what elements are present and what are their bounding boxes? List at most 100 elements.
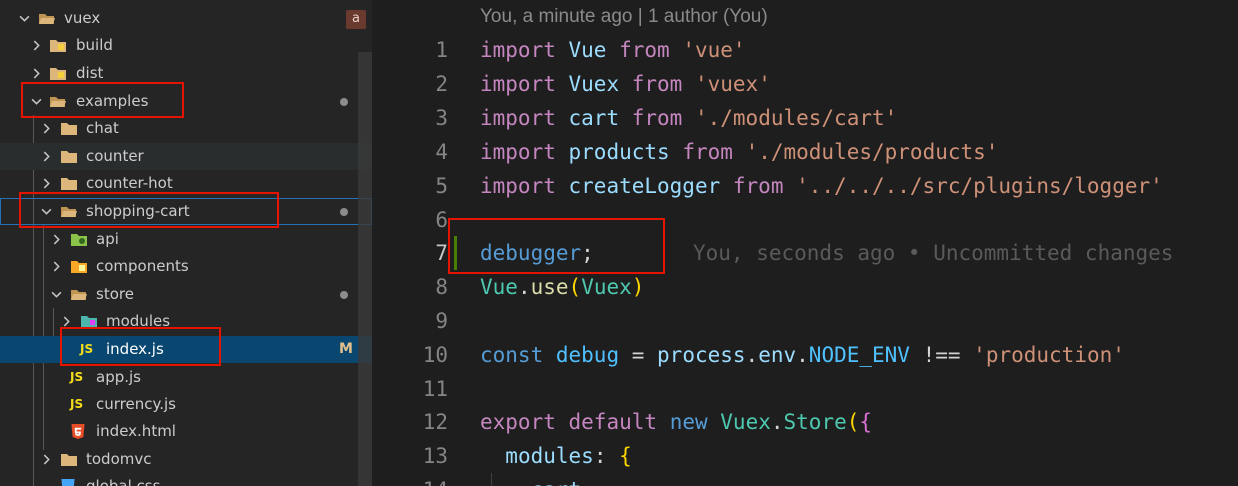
tree-item-label: api bbox=[96, 230, 119, 248]
explorer-scrollbar[interactable] bbox=[358, 52, 372, 486]
folder-open-icon bbox=[61, 207, 77, 217]
tree-item-label: examples bbox=[76, 92, 149, 110]
code-line-12[interactable]: 12 export default new Vuex.Store({ bbox=[372, 405, 1238, 439]
code-line-11[interactable]: 11 bbox=[372, 372, 1238, 406]
tree-item-label: app.js bbox=[96, 368, 141, 386]
tree-item-label: todomvc bbox=[86, 450, 152, 468]
added-line-gutter-marker bbox=[454, 236, 457, 270]
line-number: 14 bbox=[372, 473, 448, 486]
code-line-5[interactable]: 5 import createLogger from '../../../src… bbox=[372, 169, 1238, 203]
code-text: import Vuex from 'vuex' bbox=[480, 72, 771, 96]
tree-item-chat[interactable]: chat bbox=[0, 115, 372, 142]
modified-dot bbox=[340, 98, 348, 106]
tree-item-label: components bbox=[96, 257, 189, 275]
tree-item-counter-hot[interactable]: counter-hot bbox=[0, 170, 372, 197]
chevron-right-icon bbox=[48, 253, 64, 280]
chevron-right-icon bbox=[28, 60, 44, 87]
code-text: export default new Vuex.Store({ bbox=[480, 410, 873, 434]
line-number: 10 bbox=[422, 343, 448, 367]
folder-modules-icon bbox=[81, 316, 97, 328]
folder-icon bbox=[61, 178, 77, 190]
folder-open-icon bbox=[71, 290, 87, 300]
code-line-3[interactable]: 3 import cart from './modules/cart' bbox=[372, 101, 1238, 135]
folder-components-icon bbox=[71, 261, 87, 273]
tree-item-label: dist bbox=[76, 64, 104, 82]
code-line-10[interactable]: 10 const debug = process.env.NODE_ENV !=… bbox=[372, 338, 1238, 372]
tree-item-dist[interactable]: dist bbox=[0, 60, 372, 87]
line-number: 4 bbox=[435, 140, 448, 164]
inline-blame: You, seconds ago • Uncommitted changes bbox=[693, 241, 1174, 265]
tree-item-label: currency.js bbox=[96, 395, 176, 413]
chevron-right-icon bbox=[38, 115, 54, 142]
html5-file-icon bbox=[71, 424, 85, 439]
folder-open-icon bbox=[39, 14, 55, 24]
tree-item-label: chat bbox=[86, 119, 119, 137]
code-text: cart, bbox=[480, 473, 594, 486]
tree-item-label: store bbox=[96, 285, 134, 303]
chevron-right-icon bbox=[58, 308, 74, 335]
tree-item-index-js[interactable]: JS index.js M bbox=[0, 336, 372, 363]
code-text: import createLogger from '../../../src/p… bbox=[480, 174, 1163, 198]
line-number: 8 bbox=[435, 275, 448, 299]
line-number: 6 bbox=[435, 208, 448, 232]
tree-item-todomvc[interactable]: todomvc bbox=[0, 446, 372, 473]
js-file-icon: JS bbox=[70, 370, 84, 384]
tree-item-components[interactable]: components bbox=[0, 253, 372, 280]
code-editor[interactable]: You, a minute ago | 1 author (You) 1 imp… bbox=[372, 0, 1238, 486]
folder-dist-icon bbox=[50, 68, 66, 80]
git-modified-indicator: M bbox=[339, 341, 353, 357]
chevron-down-icon bbox=[16, 5, 32, 32]
chevron-right-icon bbox=[48, 226, 64, 253]
code-line-14[interactable]: 14 cart, bbox=[372, 473, 1238, 486]
line-number: 11 bbox=[422, 377, 448, 401]
line-number: 13 bbox=[422, 444, 448, 468]
code-line-13[interactable]: 13 modules: { bbox=[372, 439, 1238, 473]
folder-api-icon bbox=[71, 234, 87, 246]
tree-item-counter[interactable]: counter bbox=[0, 143, 372, 170]
code-text: import products from './modules/products… bbox=[480, 140, 999, 164]
code-line-4[interactable]: 4 import products from './modules/produc… bbox=[372, 135, 1238, 169]
code-text: modules: { bbox=[505, 444, 632, 468]
code-line-1[interactable]: 1 import Vue from 'vue' bbox=[372, 33, 1238, 67]
codelens-authors[interactable]: You, a minute ago | 1 author (You) bbox=[480, 6, 768, 28]
tree-item-currency-js[interactable]: JS currency.js bbox=[0, 391, 372, 418]
code-text: Vue.use(Vuex) bbox=[480, 275, 645, 299]
tree-item-shopping-cart[interactable]: shopping-cart bbox=[0, 198, 372, 225]
code-line-2[interactable]: 2 import Vuex from 'vuex' bbox=[372, 67, 1238, 101]
tree-item-vuex[interactable]: vuex a bbox=[0, 5, 372, 32]
tree-item-label: counter-hot bbox=[86, 174, 173, 192]
code-line-7[interactable]: 7 debugger; You, seconds ago • Uncommitt… bbox=[372, 236, 1238, 270]
js-file-icon: JS bbox=[70, 397, 84, 411]
tree-item-label: modules bbox=[106, 312, 171, 330]
line-number: 3 bbox=[435, 106, 448, 130]
modified-dot bbox=[340, 291, 348, 299]
chevron-right-icon bbox=[38, 446, 54, 473]
code-line-6[interactable]: 6 bbox=[372, 203, 1238, 237]
code-text: const debug = process.env.NODE_ENV !== '… bbox=[480, 343, 1125, 367]
tree-item-modules[interactable]: modules bbox=[0, 308, 372, 335]
chevron-down-icon bbox=[28, 88, 44, 115]
tree-item-label: shopping-cart bbox=[86, 202, 190, 220]
folder-open-icon bbox=[50, 97, 66, 107]
tree-item-app-js[interactable]: JS app.js bbox=[0, 364, 372, 391]
tree-item-label: index.html bbox=[96, 422, 176, 440]
folder-build-icon bbox=[50, 40, 66, 52]
tree-item-build[interactable]: build bbox=[0, 32, 372, 59]
code-line-8[interactable]: 8 Vue.use(Vuex) bbox=[372, 270, 1238, 304]
tree-item-global-css[interactable]: global.css bbox=[0, 473, 372, 486]
code-line-9[interactable]: 9 bbox=[372, 304, 1238, 338]
code-text: import Vue from 'vue' bbox=[480, 38, 746, 62]
tree-item-api[interactable]: api bbox=[0, 226, 372, 253]
folder-icon bbox=[61, 151, 77, 163]
root-badge: a bbox=[346, 10, 366, 29]
css-file-icon bbox=[61, 479, 75, 486]
line-number: 1 bbox=[435, 38, 448, 62]
tree-item-index-html[interactable]: index.html bbox=[0, 418, 372, 445]
chevron-right-icon bbox=[38, 170, 54, 197]
code-text: import cart from './modules/cart' bbox=[480, 106, 898, 130]
folder-icon bbox=[61, 123, 77, 135]
code-text: debugger; bbox=[480, 241, 594, 265]
tree-item-examples[interactable]: examples bbox=[0, 88, 372, 115]
tree-item-store[interactable]: store bbox=[0, 281, 372, 308]
tree-item-label: counter bbox=[86, 147, 144, 165]
